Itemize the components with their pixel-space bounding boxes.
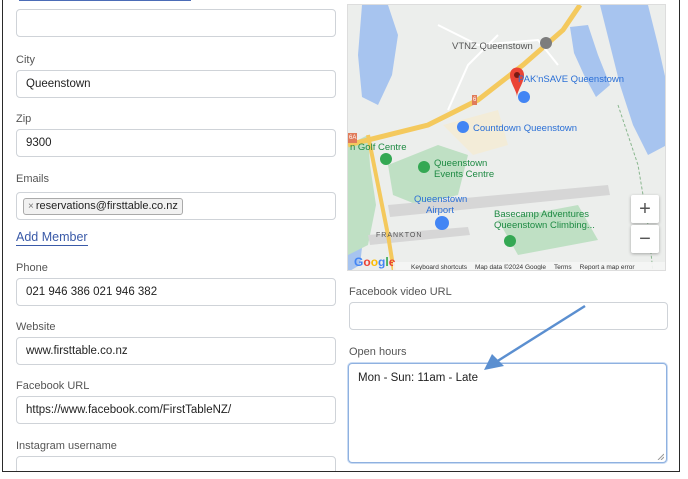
- map-label-frankton: FRANKTON: [376, 232, 423, 239]
- city-field[interactable]: Queenstown: [16, 70, 336, 98]
- resize-handle-icon[interactable]: [657, 453, 664, 460]
- phone-field[interactable]: 021 946 386 021 946 382: [16, 278, 336, 306]
- website-label: Website: [16, 321, 56, 333]
- address-field[interactable]: [16, 9, 336, 37]
- open-hours-label: Open hours: [349, 346, 407, 358]
- email-tag[interactable]: × reservations@firsttable.co.nz: [23, 197, 183, 215]
- road-shield-6a: 6A: [348, 133, 358, 143]
- map-label-basecamp-2: Queenstown Climbing...: [494, 220, 595, 231]
- active-tab-indicator: [19, 0, 191, 1]
- website-field[interactable]: www.firsttable.co.nz: [16, 337, 336, 365]
- keyboard-shortcuts-link[interactable]: Keyboard shortcuts: [411, 264, 467, 271]
- map-label-countdown: Countdown Queenstown: [473, 123, 578, 134]
- map-label-paknsave: PAK'nSAVE Queenstown: [518, 74, 625, 85]
- emails-field[interactable]: × reservations@firsttable.co.nz: [16, 192, 336, 220]
- email-tag-label: reservations@firsttable.co.nz: [35, 200, 178, 212]
- zip-label: Zip: [16, 113, 32, 125]
- road-shield-6: 6: [472, 95, 478, 105]
- location-map[interactable]: VTNZ Queenstown PAK'nSAVE Queenstown Cou…: [347, 4, 666, 271]
- map-label-events-2: Events Centre: [434, 169, 495, 180]
- open-hours-value: Mon - Sun: 11am - Late: [358, 372, 478, 384]
- map-attribution: Keyboard shortcuts Map data ©2024 Google…: [393, 262, 665, 271]
- facebook-field[interactable]: https://www.facebook.com/FirstTableNZ/: [16, 396, 336, 424]
- map-label-golf: n Golf Centre: [350, 142, 407, 153]
- zoom-in-button[interactable]: +: [631, 195, 659, 223]
- report-error-link[interactable]: Report a map error: [580, 264, 635, 271]
- fb-video-label: Facebook video URL: [349, 286, 452, 298]
- terms-link[interactable]: Terms: [554, 264, 572, 271]
- facebook-label: Facebook URL: [16, 380, 90, 392]
- emails-label: Emails: [16, 173, 50, 185]
- zoom-out-button[interactable]: −: [631, 225, 659, 253]
- map-label-events-1: Queenstown: [434, 158, 488, 169]
- map-label-airport-1: Queenstown: [414, 194, 468, 205]
- add-member-link[interactable]: Add Member: [16, 230, 88, 246]
- map-label-vtnz: VTNZ Queenstown: [452, 41, 533, 52]
- city-label: City: [16, 54, 35, 66]
- instagram-label: Instagram username: [16, 440, 117, 452]
- google-logo: Google: [354, 255, 395, 269]
- remove-tag-icon[interactable]: ×: [28, 201, 34, 212]
- map-label-basecamp-1: Basecamp Adventures: [494, 209, 590, 220]
- annotation-arrow-icon: [484, 304, 586, 370]
- map-label-airport-2: Airport: [426, 205, 454, 216]
- phone-label: Phone: [16, 262, 48, 274]
- instagram-field[interactable]: [16, 456, 336, 471]
- map-data-text: Map data ©2024 Google: [475, 263, 546, 271]
- zip-field[interactable]: 9300: [16, 129, 336, 157]
